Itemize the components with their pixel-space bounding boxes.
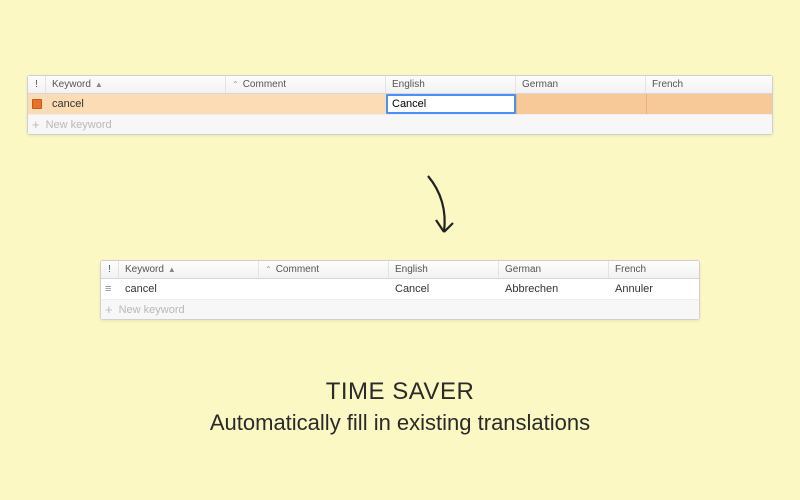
french-cell[interactable]: Annuler: [609, 279, 699, 299]
german-col-header[interactable]: German: [516, 76, 646, 93]
col-label: German: [505, 264, 541, 275]
keyword-col-header[interactable]: Keyword ▲: [46, 76, 226, 93]
status-col-header[interactable]: !: [28, 76, 46, 93]
col-label: German: [522, 79, 558, 90]
chevron-icon: ⌃: [232, 80, 239, 89]
add-keyword-row[interactable]: + New keyword: [101, 299, 699, 319]
add-keyword-label: New keyword: [119, 304, 185, 316]
hamburger-icon: ≡: [105, 284, 115, 294]
arrow-down-icon: [410, 170, 470, 250]
plus-icon: +: [105, 302, 113, 317]
german-col-header[interactable]: German: [499, 261, 609, 278]
comment-cell[interactable]: [259, 279, 389, 299]
comment-col-header[interactable]: ⌃ Comment: [259, 261, 389, 278]
english-col-header[interactable]: English: [386, 76, 516, 93]
translation-table-after: ! Keyword ▲ ⌃ Comment English German Fre…: [100, 260, 700, 320]
col-label: Keyword: [125, 264, 164, 275]
table-row[interactable]: ≡ cancel Cancel Abbrechen Annuler: [101, 279, 699, 299]
comment-col-header[interactable]: ⌃ Comment: [226, 76, 386, 93]
table-row[interactable]: cancel: [28, 94, 772, 114]
english-input[interactable]: [392, 98, 510, 110]
english-col-header[interactable]: English: [389, 261, 499, 278]
row-status-icon: [28, 94, 46, 114]
keyword-cell[interactable]: cancel: [119, 279, 259, 299]
translation-table-before: ! Keyword ▲ ⌃ Comment English German Fre…: [27, 75, 773, 135]
french-col-header[interactable]: French: [646, 76, 772, 93]
french-col-header[interactable]: French: [609, 261, 699, 278]
col-label: French: [652, 79, 683, 90]
english-cell[interactable]: [386, 94, 516, 114]
french-cell-empty[interactable]: [646, 94, 772, 114]
comment-cell[interactable]: [226, 94, 386, 114]
english-cell[interactable]: Cancel: [389, 279, 499, 299]
keyword-col-header[interactable]: Keyword ▲: [119, 261, 259, 278]
chevron-icon: ⌃: [265, 265, 272, 274]
plus-icon: +: [32, 117, 40, 132]
caption: TIME SAVER Automatically fill in existin…: [0, 378, 800, 436]
col-label: Comment: [243, 79, 286, 90]
row-grip-icon[interactable]: ≡: [101, 279, 119, 299]
keyword-cell[interactable]: cancel: [46, 94, 226, 114]
col-label: English: [392, 79, 425, 90]
add-keyword-label: New keyword: [46, 119, 112, 131]
sort-asc-icon: ▲: [168, 265, 176, 274]
col-label: Keyword: [52, 79, 91, 90]
german-cell[interactable]: Abbrechen: [499, 279, 609, 299]
table-header-row: ! Keyword ▲ ⌃ Comment English German Fre…: [28, 76, 772, 94]
col-label: English: [395, 264, 428, 275]
cell-editor[interactable]: [386, 94, 516, 114]
status-badge-icon: [32, 99, 42, 109]
col-label: Comment: [276, 264, 319, 275]
add-keyword-row[interactable]: + New keyword: [28, 114, 772, 134]
caption-title: TIME SAVER: [0, 378, 800, 406]
col-label: French: [615, 264, 646, 275]
status-col-header[interactable]: !: [101, 261, 119, 278]
german-cell-empty[interactable]: [516, 94, 646, 114]
caption-subtitle: Automatically fill in existing translati…: [0, 410, 800, 436]
table-header-row: ! Keyword ▲ ⌃ Comment English German Fre…: [101, 261, 699, 279]
sort-asc-icon: ▲: [95, 80, 103, 89]
